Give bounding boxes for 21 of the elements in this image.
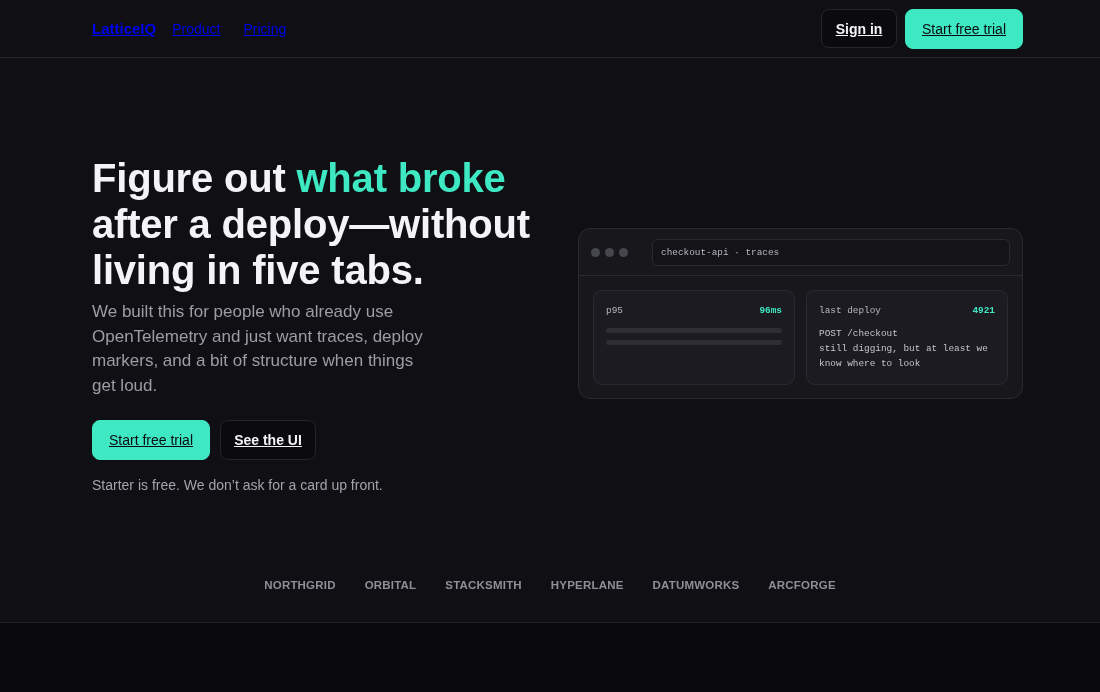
card-text: still digging, but at least we know where to look (819, 342, 989, 371)
see-ui-button[interactable]: See the UI (220, 420, 316, 460)
card-value: 96ms (759, 304, 782, 318)
card-value: 4921 (972, 304, 995, 318)
hero-headline: Figure out what broke after a deploy—without living in five tabs. (92, 155, 531, 293)
address-bar: checkout-api · traces (652, 238, 1010, 266)
customer-logo: HYPERLANE (550, 578, 624, 593)
customer-logo: NORTHGRID (264, 578, 336, 593)
card-label: last deploy (819, 304, 881, 318)
window-controls-icon (591, 247, 628, 257)
card-text: POST /checkout (819, 327, 899, 341)
customer-logo: STACKSMITH (445, 578, 522, 593)
start-trial-button[interactable]: Start free trial (92, 420, 210, 460)
card-label: p95 (606, 304, 623, 318)
hero-description: We built this for people who already use OpenTelemetry and just want traces, deploy markers, and a bit of structure when things get loud. (92, 301, 424, 397)
hero-note: Starter is free. We don’t ask for a card up front. (92, 476, 384, 495)
customer-logo: DATUMWORKS (652, 578, 740, 593)
start-trial-button[interactable]: Start free trial (905, 8, 1023, 49)
customer-logo: ARCFORGE (768, 578, 836, 593)
customer-logo: ORBITAL (364, 578, 417, 593)
sign-in-button[interactable]: Sign in (821, 9, 897, 48)
